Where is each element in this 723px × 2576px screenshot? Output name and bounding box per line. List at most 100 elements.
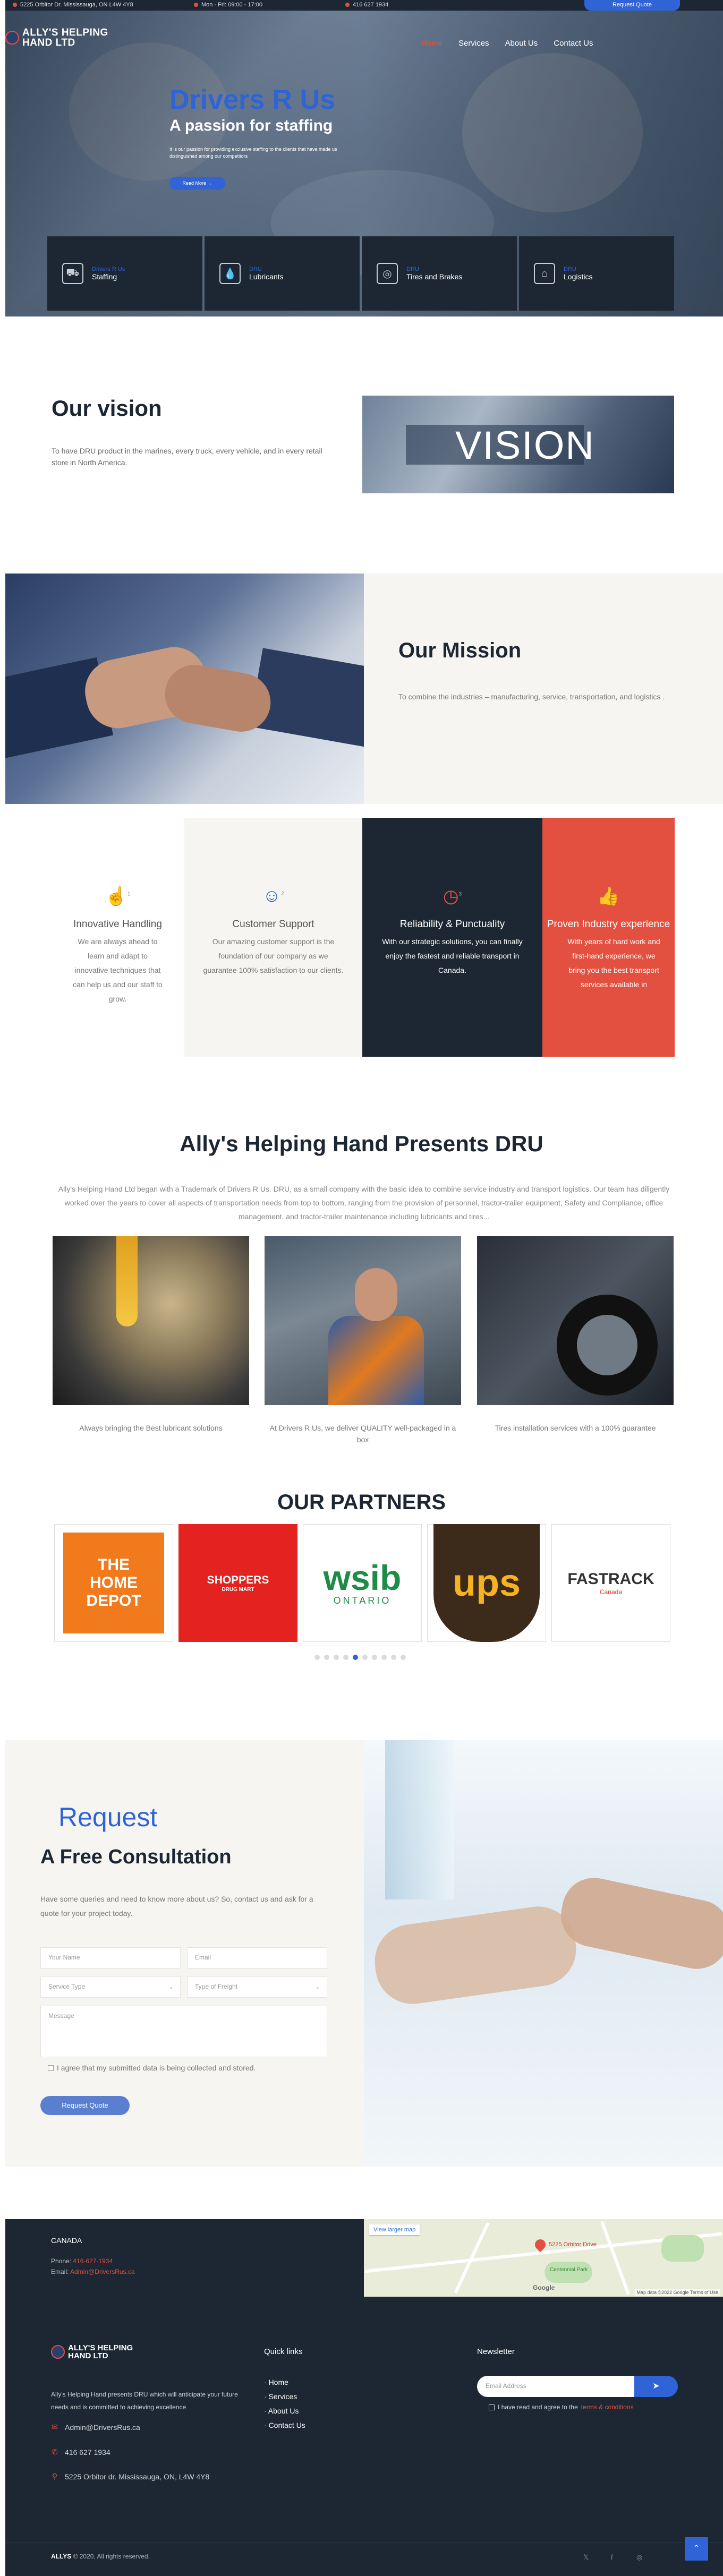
footer-email[interactable]: ✉ Admin@DriversRus.ca (51, 2423, 140, 2432)
newsletter-email-input[interactable]: Email Address (477, 2376, 634, 2397)
twitter-icon[interactable]: 𝕏 (583, 2553, 589, 2562)
caption-tires: Tires installation services with a 100% … (495, 1424, 656, 1432)
partner-logo-fastrack[interactable]: FASTRACK Canada (551, 1524, 670, 1642)
nav-services[interactable]: Services (458, 39, 489, 48)
carousel-dot[interactable] (401, 1655, 406, 1660)
partners-title: OUR PARTNERS (277, 1491, 446, 1514)
feature-customer-support: ☺2 Customer Support Our amazing customer… (184, 818, 362, 1057)
contact-phone: Phone: 416-627-1934 (51, 2257, 113, 2265)
presents-title: Ally's Helping Hand Presents DRU (180, 1131, 543, 1156)
lubricant-image (53, 1236, 249, 1405)
partner-logo-wsib[interactable]: wsib ONTARIO (303, 1524, 422, 1642)
main-nav: Home Services About Us Contact Us (421, 39, 593, 48)
carousel-dot[interactable] (314, 1655, 320, 1660)
oil-drop-icon: 💧 (219, 263, 241, 284)
newsletter-send-button[interactable]: ➤ (634, 2376, 678, 2397)
envelope-icon: ✉ (52, 2423, 58, 2431)
carousel-dot[interactable] (343, 1655, 348, 1660)
vision-image-word: VISION (455, 423, 595, 467)
carousel-dot[interactable] (334, 1655, 339, 1660)
nav-about-us[interactable]: About Us (505, 39, 538, 48)
vision-text: To have DRU product in the marines, ever… (52, 447, 322, 467)
footer-about: Ally's Helping Hand presents DRU which w… (51, 2391, 238, 2411)
contact-email: Email: Admin@DriversRus.ca (51, 2268, 135, 2275)
location-icon: ⚲ (52, 2472, 58, 2480)
warehouse-icon: ⌂ (534, 263, 555, 284)
terms-link[interactable]: terms & conditions (581, 2403, 634, 2411)
hand-icon: ☝1 (105, 886, 131, 906)
instagram-icon[interactable]: ◎ (636, 2553, 642, 2562)
message-field[interactable]: Message (40, 2006, 327, 2057)
clock-icon: ◷3 (443, 886, 462, 906)
map-attribution[interactable]: Map data ©2022 Google Terms of Use (635, 2289, 720, 2296)
service-card-lubricants[interactable]: 💧 DRU Lubricants (205, 236, 360, 311)
email-field[interactable]: Email (187, 1947, 327, 1969)
topbar-hours: Mon - Fri: 09:00 - 17:00 (194, 2, 262, 8)
hero-description: It is our passion for providing exclusiv… (169, 147, 337, 159)
footer-link-services[interactable]: Services (264, 2390, 305, 2404)
carousel-dot[interactable] (362, 1655, 368, 1660)
name-field[interactable]: Your Name (40, 1947, 181, 1969)
quick-links: Home Services About Us Contact Us (264, 2375, 305, 2433)
footer: ALLY'S HELPING HAND LTD Ally's Helping H… (5, 2297, 723, 2576)
service-card-tires-brakes[interactable]: ◎ DRU Tires and Brakes (362, 236, 517, 311)
carousel-dot[interactable] (372, 1655, 377, 1660)
partner-logo-home-depot[interactable]: THE HOME DEPOT (54, 1524, 173, 1642)
caption-driver: At Drivers R Us, we deliver QUALITY well… (269, 1424, 456, 1444)
mission-title: Our Mission (398, 639, 522, 662)
scroll-to-top-button[interactable]: ⌃ (685, 2537, 708, 2561)
paper-plane-icon: ➤ (652, 2382, 660, 2391)
carousel-dot[interactable] (381, 1655, 387, 1660)
logo-emblem-icon (51, 2345, 65, 2359)
freight-type-select[interactable]: Type of Freight ⌄ (187, 1976, 327, 1998)
checkbox[interactable] (48, 2065, 54, 2071)
submit-request-quote-button[interactable]: Request Quote (40, 2096, 130, 2115)
carousel-dot[interactable] (324, 1655, 329, 1660)
footer-logo[interactable]: ALLY'S HELPING HAND LTD (51, 2344, 133, 2360)
read-more-button[interactable]: Read More → (169, 177, 225, 190)
driver-image (265, 1236, 461, 1405)
topbar-phone[interactable]: 416 627 1934 (345, 2, 388, 8)
facebook-icon[interactable]: f (611, 2553, 613, 2561)
nav-contact-us[interactable]: Contact Us (554, 39, 593, 48)
data-consent-checkbox[interactable]: I agree that my submitted data is being … (48, 2064, 256, 2072)
services-strip: ⛟ Drivers R Us Staffing 💧 DRU Lubricants ◎… (47, 236, 674, 311)
tire-icon: ◎ (377, 263, 398, 284)
feature-industry-experience: 👍 Proven Industry experience With years … (542, 818, 675, 1057)
nav-home[interactable]: Home (421, 39, 443, 48)
location-icon (13, 3, 17, 7)
google-map[interactable]: View larger map 5225 Orbitor Drive Cente… (364, 2219, 723, 2297)
footer-link-about-us[interactable]: About Us (264, 2404, 305, 2418)
topbar-address: 5225 Orbitor Dr. Mississauga, ON L4W 4Y8 (13, 2, 133, 8)
vision-title: Our vision (52, 396, 162, 421)
caption-lubricant: Always bringing the Best lubricant solut… (79, 1424, 223, 1432)
top-bar: 5225 Orbitor Dr. Mississauga, ON L4W 4Y8… (5, 0, 723, 11)
footer-link-contact-us[interactable]: Contact Us (264, 2418, 305, 2433)
view-larger-map-link[interactable]: View larger map (369, 2224, 420, 2235)
partner-logo-ups[interactable]: ups (427, 1524, 546, 1642)
feature-reliability: ◷3 Reliability & Punctuality With our st… (362, 818, 542, 1057)
map-park-label: Centennial Park (550, 2267, 588, 2273)
site-logo[interactable]: ALLY'S HELPING HAND LTD (5, 28, 108, 48)
thumbs-up-icon: 👍 (597, 886, 620, 906)
request-kicker: Request (58, 1802, 158, 1832)
service-type-select[interactable]: Service Type ⌄ (40, 1976, 181, 1998)
tire-service-image (477, 1236, 674, 1405)
checkbox[interactable] (489, 2404, 495, 2410)
request-quote-button[interactable]: Request Quote (584, 0, 680, 11)
request-title: A Free Consultation (40, 1846, 232, 1868)
partner-logo-shoppers[interactable]: SHOPPERS DRUG MART (178, 1524, 297, 1642)
carousel-dot[interactable] (353, 1655, 358, 1660)
contact-country: CANADA (51, 2236, 82, 2245)
chevron-down-icon: ⌄ (168, 1984, 174, 1990)
chevron-up-icon: ⌃ (693, 2544, 700, 2553)
mission-handshake-image (5, 574, 364, 804)
newsletter-terms-checkbox[interactable]: I have read and agree to the terms & con… (489, 2403, 634, 2411)
map-pin-icon[interactable] (532, 2237, 548, 2253)
service-card-logistics[interactable]: ⌂ DRU Logistics (519, 236, 674, 311)
service-card-staffing[interactable]: ⛟ Drivers R Us Staffing (47, 236, 202, 311)
carousel-dot[interactable] (391, 1655, 396, 1660)
footer-phone[interactable]: ✆ 416 627 1934 (51, 2447, 110, 2457)
footer-link-home[interactable]: Home (264, 2375, 305, 2390)
carousel-dots (314, 1655, 406, 1660)
